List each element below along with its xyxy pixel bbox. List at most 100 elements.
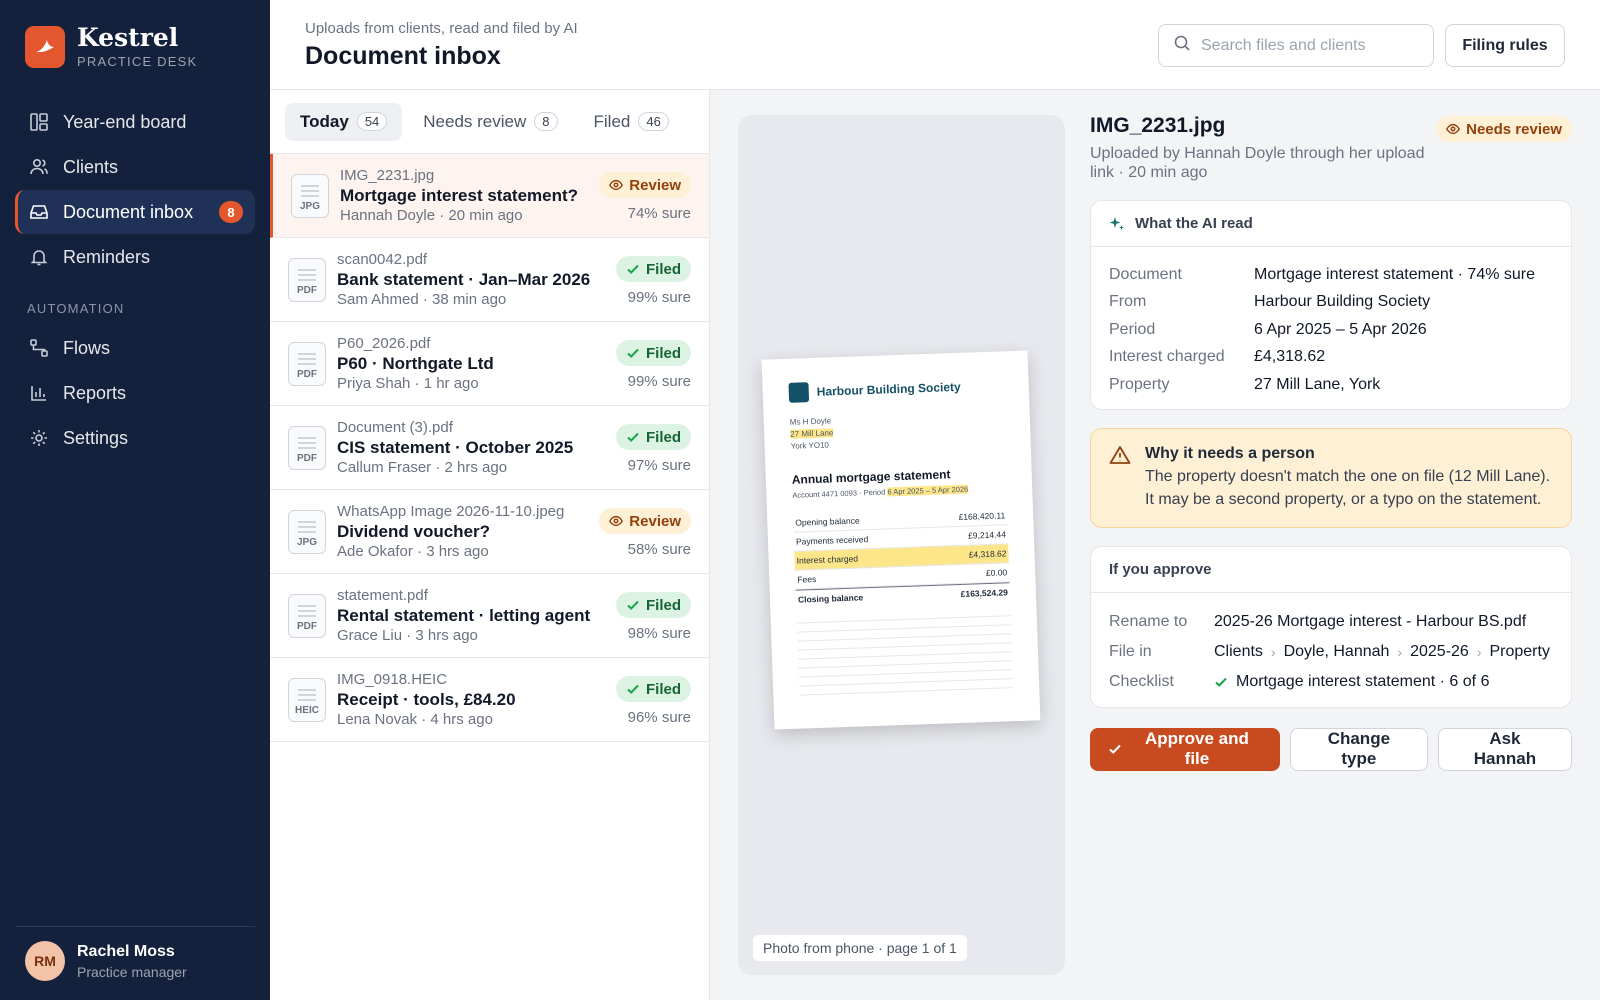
eye-icon (609, 178, 624, 192)
file-name: IMG_2231.jpg (340, 167, 435, 184)
breadcrumb: Clients › Doyle, Hannah › 2025-26 › Property (1214, 643, 1550, 661)
nav-item-reports[interactable]: Reports (15, 371, 255, 415)
nav-item-clients[interactable]: Clients (15, 145, 255, 189)
status-label: Filed (645, 344, 681, 362)
file-in-row: File in Clients › Doyle, Hannah › 2025-26 › Pr… (1091, 637, 1571, 667)
nav-item-settings[interactable]: Settings (15, 416, 255, 460)
list-item[interactable]: PDF statement.pdf Rental statement · letti… (270, 574, 709, 658)
tab-filed[interactable]: Filed 46 (579, 103, 684, 141)
list-item[interactable]: JPG WhatsApp Image 2026-11-10.jpeg Dividen… (270, 490, 709, 574)
document-detail: IMG_2231.jpg Needs review Uploaded by Ha… (1090, 110, 1573, 771)
status-label: Needs review (1466, 120, 1562, 138)
nav-item-reminders[interactable]: Reminders (15, 235, 255, 279)
field-label: Period (1109, 320, 1156, 338)
field-label: Interest charged (1109, 348, 1225, 366)
list-item[interactable]: PDF scan0042.pdf Bank statement · Jan–Mar … (270, 238, 709, 322)
file-name: scan0042.pdf (337, 251, 428, 268)
confidence: 99% sure (627, 289, 691, 306)
button-label: Approve and file (1145, 729, 1249, 768)
board-icon (29, 112, 49, 132)
document-preview[interactable]: Harbour Building Society Ms H Doyle 27 M… (738, 115, 1065, 975)
list-item[interactable]: PDF P60_2026.pdf P60 · Northgate Ltd Priya … (270, 322, 709, 406)
document-type: Receipt · tools, £84.20 (337, 690, 516, 709)
brand-name: Kestrel (77, 23, 179, 52)
rename-label: Rename to (1109, 612, 1188, 630)
file-extension: JPG (299, 201, 320, 212)
file-extension: PDF (297, 285, 317, 296)
file-name: P60_2026.pdf (337, 335, 431, 352)
file-extension: HEIC (295, 705, 319, 716)
field-row: Property 27 Mill Lane, York (1091, 371, 1571, 399)
document-type: Mortgage interest statement? (340, 186, 579, 205)
current-user[interactable]: RM Rachel Moss Practice manager (15, 926, 255, 981)
action-bar: Approve and file Change type Ask Hannah (1090, 727, 1573, 771)
tab-label: Today (300, 111, 349, 131)
breadcrumb-segment: 2025-26 (1410, 642, 1469, 660)
preview-row-value: £168,420.11 (958, 510, 1006, 522)
document-type: Rental statement · letting agent (337, 606, 591, 625)
preview-row-label: Closing balance (797, 592, 864, 605)
status-badge: Review (599, 508, 691, 534)
tab-today[interactable]: Today 54 (285, 102, 403, 141)
confidence: 98% sure (627, 625, 691, 642)
breadcrumb-segment: Doyle, Hannah (1283, 642, 1390, 660)
sidebar: Kestrel PRACTICE DESK Year-end board Cli… (0, 0, 270, 1000)
file-extension: JPG (296, 537, 317, 548)
kestrel-logo-icon (25, 26, 65, 68)
search-box[interactable] (1158, 24, 1434, 67)
status-badge: Filed (615, 676, 691, 702)
review-reason-callout: Why it needs a person The property doesn… (1090, 427, 1572, 528)
list-item[interactable]: JPG IMG_2231.jpg Mortgage interest stateme… (270, 154, 709, 238)
status-label: Filed (645, 596, 681, 614)
warning-icon (1109, 445, 1131, 465)
list-item[interactable]: HEIC IMG_0918.HEIC Receipt · tools, £84.20… (270, 658, 709, 742)
bell-icon (29, 247, 49, 267)
field-label: Document (1109, 265, 1182, 283)
check-icon (626, 598, 640, 612)
nav-label: Document inbox (63, 201, 194, 222)
tab-label: Filed (593, 111, 631, 131)
tab-needs-review[interactable]: Needs review 8 (408, 103, 572, 141)
file-extension: PDF (297, 369, 317, 380)
document-type: Bank statement · Jan–Mar 2026 (337, 270, 591, 289)
page-header: Uploads from clients, read and filed by … (270, 0, 1600, 90)
eye-icon (1446, 122, 1461, 136)
nav-label: Settings (63, 427, 129, 448)
ask-client-button[interactable]: Ask Hannah (1437, 727, 1573, 771)
nav-item-year-end-board[interactable]: Year-end board (15, 100, 255, 144)
checklist-label: Checklist (1109, 672, 1174, 690)
inbox-count-badge: 8 (219, 201, 243, 223)
list-item[interactable]: PDF Document (3).pdf CIS statement · Octob… (270, 406, 709, 490)
file-extension: PDF (297, 453, 317, 464)
nav-label: Clients (63, 156, 119, 177)
search-input[interactable] (1201, 36, 1421, 55)
preview-row-label: Fees (797, 573, 817, 585)
sparkle-icon (1109, 216, 1125, 232)
approve-outcome-card: If you approve Rename to 2025-26 Mortgag… (1090, 545, 1572, 708)
filing-rules-button[interactable]: Filing rules (1445, 24, 1565, 67)
preview-row-label: Payments received (795, 534, 869, 547)
file-name: Document (3).pdf (337, 419, 453, 436)
tab-label: Needs review (423, 111, 527, 131)
nav-item-flows[interactable]: Flows (15, 326, 255, 370)
change-type-button[interactable]: Change type (1289, 727, 1428, 771)
preview-filler-lines (796, 615, 1014, 696)
preview-period: 6 Apr 2025 – 5 Apr 2026 (887, 484, 969, 497)
inbox-icon (29, 202, 49, 222)
field-row: From Harbour Building Society (1091, 289, 1571, 317)
page-title: Document inbox (305, 42, 501, 70)
checklist-row: Checklist Mortgage interest statement · … (1091, 667, 1571, 697)
uploader-meta: Hannah Doyle · 20 min ago (340, 207, 523, 224)
file-icon: HEIC (288, 678, 326, 722)
file-name: WhatsApp Image 2026-11-10.jpeg (337, 503, 565, 520)
chevron-right-icon: › (1270, 643, 1276, 660)
user-name: Rachel Moss (77, 942, 175, 960)
approve-and-file-button[interactable]: Approve and file (1090, 727, 1280, 771)
preview-row-value: £4,318.62 (968, 548, 1007, 560)
preview-row-label: Interest charged (796, 553, 859, 566)
document-list: JPG IMG_2231.jpg Mortgage interest stateme… (270, 154, 709, 742)
brand[interactable]: Kestrel PRACTICE DESK (25, 25, 197, 69)
flow-icon (29, 338, 49, 358)
nav-item-document-inbox[interactable]: Document inbox 8 (15, 190, 255, 234)
search-icon (1173, 34, 1191, 57)
